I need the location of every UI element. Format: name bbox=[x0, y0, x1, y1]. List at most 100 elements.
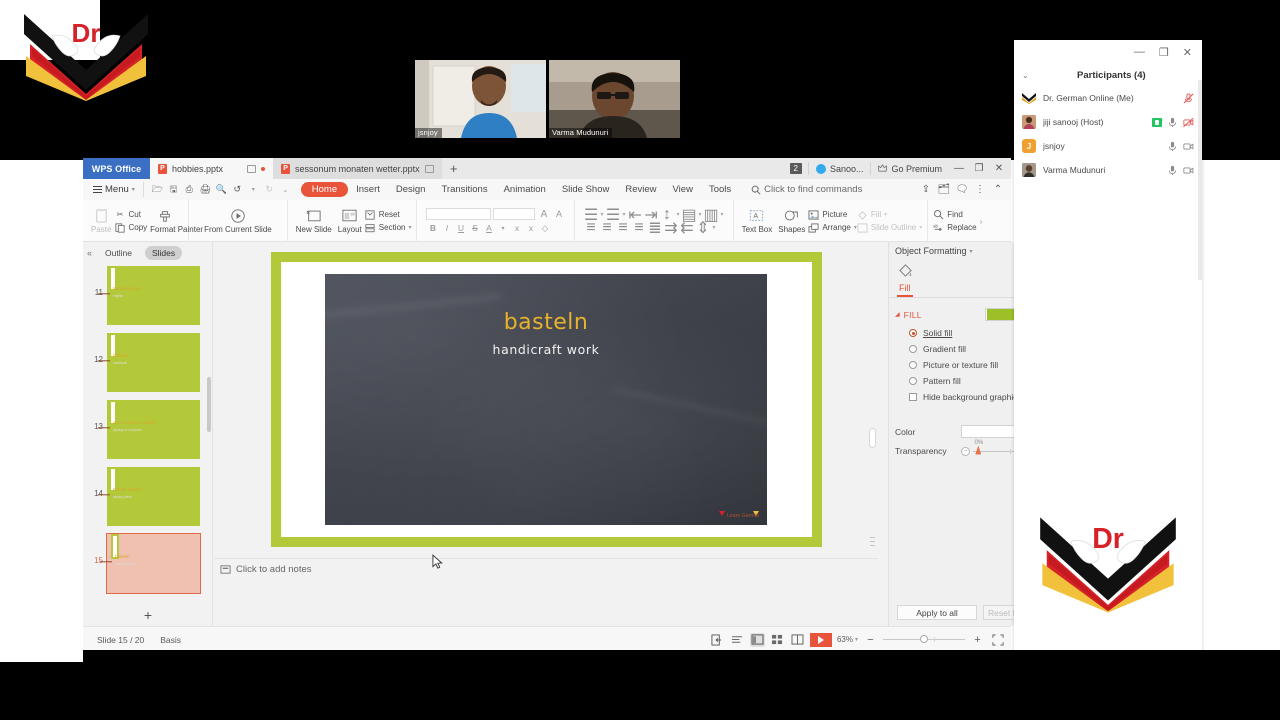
add-slide-button[interactable]: + bbox=[83, 604, 213, 626]
video-icon[interactable] bbox=[1183, 165, 1194, 176]
ribbon-scroll-right-icon[interactable]: › bbox=[977, 217, 986, 226]
find-button[interactable]: Find bbox=[933, 209, 976, 220]
grow-font-button[interactable]: A bbox=[537, 208, 550, 220]
account-chip[interactable]: Sanoo... bbox=[807, 162, 871, 175]
participants-scrollbar[interactable] bbox=[1198, 80, 1202, 280]
from-current-slide-button[interactable]: From Current Slide bbox=[194, 208, 282, 234]
participant-row-jsnjoy[interactable]: J jsnjoy bbox=[1014, 134, 1202, 158]
canvas-vertical-scrollbar[interactable] bbox=[867, 242, 878, 557]
window-close-button[interactable]: ✕ bbox=[989, 158, 1009, 179]
ribbon-tab-insert[interactable]: Insert bbox=[348, 182, 388, 197]
ribbon-tab-slide-show[interactable]: Slide Show bbox=[554, 182, 618, 197]
print-icon[interactable]: 🖨 bbox=[198, 182, 213, 197]
text-color-button[interactable]: A bbox=[482, 222, 495, 234]
fill-button[interactable]: Fill ▾ bbox=[857, 209, 922, 220]
participant-row-varma-mudunuri[interactable]: Varma Mudunuri bbox=[1014, 158, 1202, 182]
transparency-decrease-button[interactable]: − bbox=[961, 446, 970, 456]
participants-minimize-button[interactable]: — bbox=[1134, 46, 1145, 58]
fit-window-icon[interactable] bbox=[990, 633, 1005, 647]
fill-tab[interactable]: Fill bbox=[897, 283, 913, 297]
section-button[interactable]: Section ▾ bbox=[365, 222, 411, 233]
document-tab-hobbies[interactable]: hobbies.pptx bbox=[150, 158, 274, 179]
participants-close-button[interactable]: ✕ bbox=[1183, 46, 1192, 59]
superscript-button[interactable]: x bbox=[510, 222, 523, 234]
save-as-icon[interactable]: ⎙ bbox=[182, 182, 197, 197]
strikethrough-button[interactable]: S bbox=[468, 222, 481, 234]
notes-pane[interactable]: Click to add notes bbox=[214, 558, 878, 604]
reset-button[interactable]: Reset bbox=[365, 209, 412, 220]
zoom-in-button[interactable]: + bbox=[970, 633, 985, 647]
video-off-icon[interactable] bbox=[1183, 117, 1194, 128]
tab-monitor-icon[interactable] bbox=[247, 164, 257, 173]
menu-button[interactable]: Menu ▾ bbox=[89, 184, 139, 195]
open-icon[interactable]: 🗁 bbox=[150, 182, 165, 197]
cut-button[interactable]: ✂ Cut bbox=[114, 209, 147, 220]
decrease-list-level-icon[interactable]: ⇇ bbox=[680, 220, 693, 237]
ribbon-tab-home[interactable]: Home bbox=[300, 182, 349, 197]
play-slideshow-button[interactable] bbox=[809, 632, 832, 647]
save-icon[interactable]: 🖫 bbox=[166, 182, 181, 197]
underline-button[interactable]: U bbox=[454, 222, 467, 234]
shapes-button[interactable]: Shapes bbox=[775, 208, 808, 234]
ribbon-tab-animation[interactable]: Animation bbox=[496, 182, 554, 197]
paste-button[interactable]: Paste bbox=[88, 208, 114, 234]
slide-green-border[interactable]: basteln handicraft work Learn German bbox=[270, 252, 822, 547]
chevron-down-icon[interactable]: ⌄ bbox=[1022, 71, 1029, 80]
wps-office-badge[interactable]: WPS Office bbox=[83, 158, 150, 179]
slide-canvas[interactable]: basteln handicraft work Learn German bbox=[214, 242, 878, 557]
fit-slide-icon[interactable] bbox=[710, 633, 725, 647]
mic-icon[interactable] bbox=[1167, 165, 1178, 176]
picture-texture-fill-radio[interactable] bbox=[909, 361, 917, 369]
transparency-thumb[interactable] bbox=[975, 445, 982, 455]
ribbon-tab-tools[interactable]: Tools bbox=[701, 182, 739, 197]
mic-icon[interactable] bbox=[1167, 141, 1178, 152]
mic-icon[interactable] bbox=[1167, 117, 1178, 128]
bold-button[interactable]: B bbox=[426, 222, 439, 234]
new-tab-button[interactable]: + bbox=[442, 158, 466, 179]
clear-format-icon[interactable]: ◇ bbox=[538, 222, 551, 234]
ribbon-tab-view[interactable]: View bbox=[665, 182, 701, 197]
font-size-select[interactable] bbox=[493, 208, 536, 220]
comment-icon[interactable]: 🗨 bbox=[954, 182, 970, 198]
share-icon[interactable]: ⇪ bbox=[918, 182, 934, 198]
format-painter-button[interactable]: Format Painter bbox=[147, 208, 203, 234]
mic-muted-icon[interactable] bbox=[1183, 92, 1194, 104]
zoom-out-button[interactable]: − bbox=[863, 633, 878, 647]
align-center-icon[interactable]: ≡ bbox=[600, 219, 613, 236]
ribbon-tab-design[interactable]: Design bbox=[388, 182, 434, 197]
find-commands-search[interactable]: Click to find commands bbox=[751, 184, 862, 195]
participants-restore-button[interactable]: ❐ bbox=[1159, 46, 1169, 59]
undo-dropdown-icon[interactable]: ▾ bbox=[246, 182, 261, 197]
new-slide-button[interactable]: New Slide bbox=[293, 208, 335, 234]
italic-button[interactable]: I bbox=[440, 222, 453, 234]
collapse-ribbon-icon[interactable]: ⌃ bbox=[990, 182, 1006, 198]
video-tile-varma[interactable]: Varma Mudunuri bbox=[549, 60, 680, 138]
slide-sorter-icon[interactable] bbox=[770, 633, 785, 647]
ribbon-tab-review[interactable]: Review bbox=[617, 182, 664, 197]
backup-icon[interactable]: 🗂 bbox=[936, 182, 952, 198]
align-right-icon[interactable]: ≡ bbox=[616, 219, 629, 236]
window-restore-button[interactable]: ❐ bbox=[969, 158, 989, 179]
zoom-slider-knob[interactable] bbox=[919, 635, 928, 643]
solid-fill-radio[interactable] bbox=[909, 329, 917, 337]
reading-view-icon[interactable] bbox=[790, 633, 805, 647]
text-box-button[interactable]: A Text Box bbox=[739, 208, 776, 234]
slide-thumbnail-15[interactable]: 15 basteln handicraft work bbox=[83, 532, 213, 599]
slide-thumbnail-14[interactable]: 14 Klavier spielen playing piano bbox=[83, 465, 213, 532]
font-name-select[interactable] bbox=[426, 208, 492, 220]
notes-view-icon[interactable] bbox=[730, 633, 745, 647]
subscript-button[interactable]: x bbox=[524, 222, 537, 234]
slide-navigator-scrollbar[interactable] bbox=[207, 377, 211, 432]
zoom-level[interactable]: 63% ▾ bbox=[837, 635, 858, 644]
slides-tab[interactable]: Slides bbox=[144, 246, 183, 260]
video-tile-jsnjoy[interactable]: jsnjoy bbox=[415, 60, 546, 138]
replace-button[interactable]: ab Replace bbox=[933, 222, 976, 233]
layout-button[interactable]: Layout bbox=[335, 208, 365, 234]
collapse-panel-icon[interactable]: « bbox=[87, 248, 92, 258]
ribbon-tab-transitions[interactable]: Transitions bbox=[433, 182, 495, 197]
text-color-dropdown-icon[interactable]: ▾ bbox=[496, 222, 509, 234]
video-icon[interactable] bbox=[1183, 141, 1194, 152]
print-preview-icon[interactable]: 🔍 bbox=[214, 182, 229, 197]
scrollbar-thumb[interactable] bbox=[869, 428, 876, 448]
shrink-font-button[interactable]: A bbox=[552, 208, 565, 220]
